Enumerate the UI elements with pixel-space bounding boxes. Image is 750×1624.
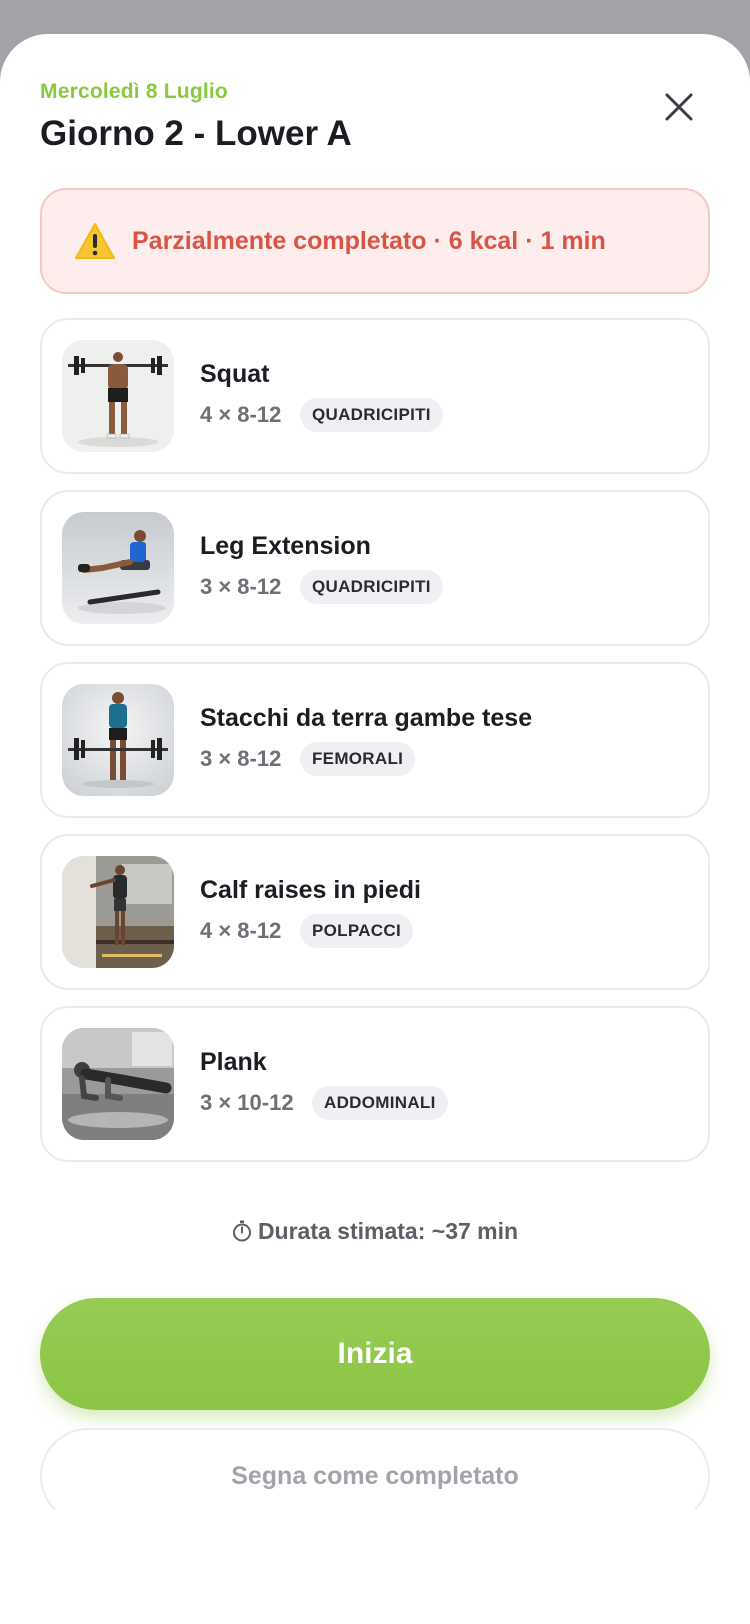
exercise-thumbnail (62, 512, 174, 624)
muscle-tag: POLPACCI (300, 914, 413, 948)
close-icon (665, 93, 693, 121)
muscle-tag: QUADRICIPITI (300, 570, 443, 604)
exercise-sets: 4 × 8-12 (200, 918, 282, 943)
exercise-sets: 3 × 10-12 (200, 1090, 294, 1115)
exercise-sets: 4 × 8-12 (200, 402, 282, 427)
warning-icon (75, 223, 115, 259)
exercise-card-leg-extension[interactable]: Leg Extension 3 × 8-12 QUADRICIPITI (40, 490, 710, 646)
muscle-tag: QUADRICIPITI (300, 398, 443, 432)
exercise-thumbnail (62, 856, 174, 968)
mark-complete-button[interactable]: Segna come completato (40, 1428, 710, 1524)
status-alert: Parzialmente completato · 6 kcal · 1 min (40, 188, 710, 294)
estimated-duration-text: Durata stimata: ~37 min (257, 1218, 519, 1244)
exercise-card-stacchi[interactable]: Stacchi da terra gambe tese 3 × 8-12 FEM… (40, 662, 710, 818)
exercise-name: Stacchi da terra gambe tese (200, 704, 533, 732)
exercise-card-squat[interactable]: Squat 4 × 8-12 QUADRICIPITI (40, 318, 710, 474)
estimated-duration: Durata stimata: ~37 min (0, 1218, 750, 1245)
workout-title: Giorno 2 - Lower A (40, 114, 352, 153)
exercise-sets: 3 × 8-12 (200, 746, 282, 771)
exercise-thumbnail (62, 684, 174, 796)
mark-complete-label: Segna come completato (231, 1461, 519, 1490)
stopwatch-icon (232, 1220, 251, 1242)
start-workout-label: Inizia (337, 1337, 413, 1370)
muscle-tag: ADDOMINALI (312, 1086, 448, 1120)
exercise-name: Calf raises in piedi (200, 876, 421, 904)
exercise-thumbnail (62, 340, 174, 452)
exercise-card-plank[interactable]: Plank 3 × 10-12 ADDOMINALI (40, 1006, 710, 1162)
workout-sheet: Mercoledì 8 Luglio Giorno 2 - Lower A Pa… (0, 34, 750, 1624)
exercise-card-calf-raises[interactable]: Calf raises in piedi 4 × 8-12 POLPACCI (40, 834, 710, 990)
exercise-name: Plank (200, 1048, 267, 1076)
exercise-name: Leg Extension (200, 532, 371, 560)
start-workout-button[interactable]: Inizia (40, 1298, 710, 1410)
close-button[interactable] (660, 88, 698, 126)
exercise-name: Squat (200, 360, 270, 388)
exercise-sets: 3 × 8-12 (200, 574, 282, 599)
workout-date: Mercoledì 8 Luglio (40, 80, 228, 103)
exercise-thumbnail (62, 1028, 174, 1140)
muscle-tag: FEMORALI (300, 742, 416, 776)
status-alert-text: Parzialmente completato · 6 kcal · 1 min (132, 226, 606, 255)
